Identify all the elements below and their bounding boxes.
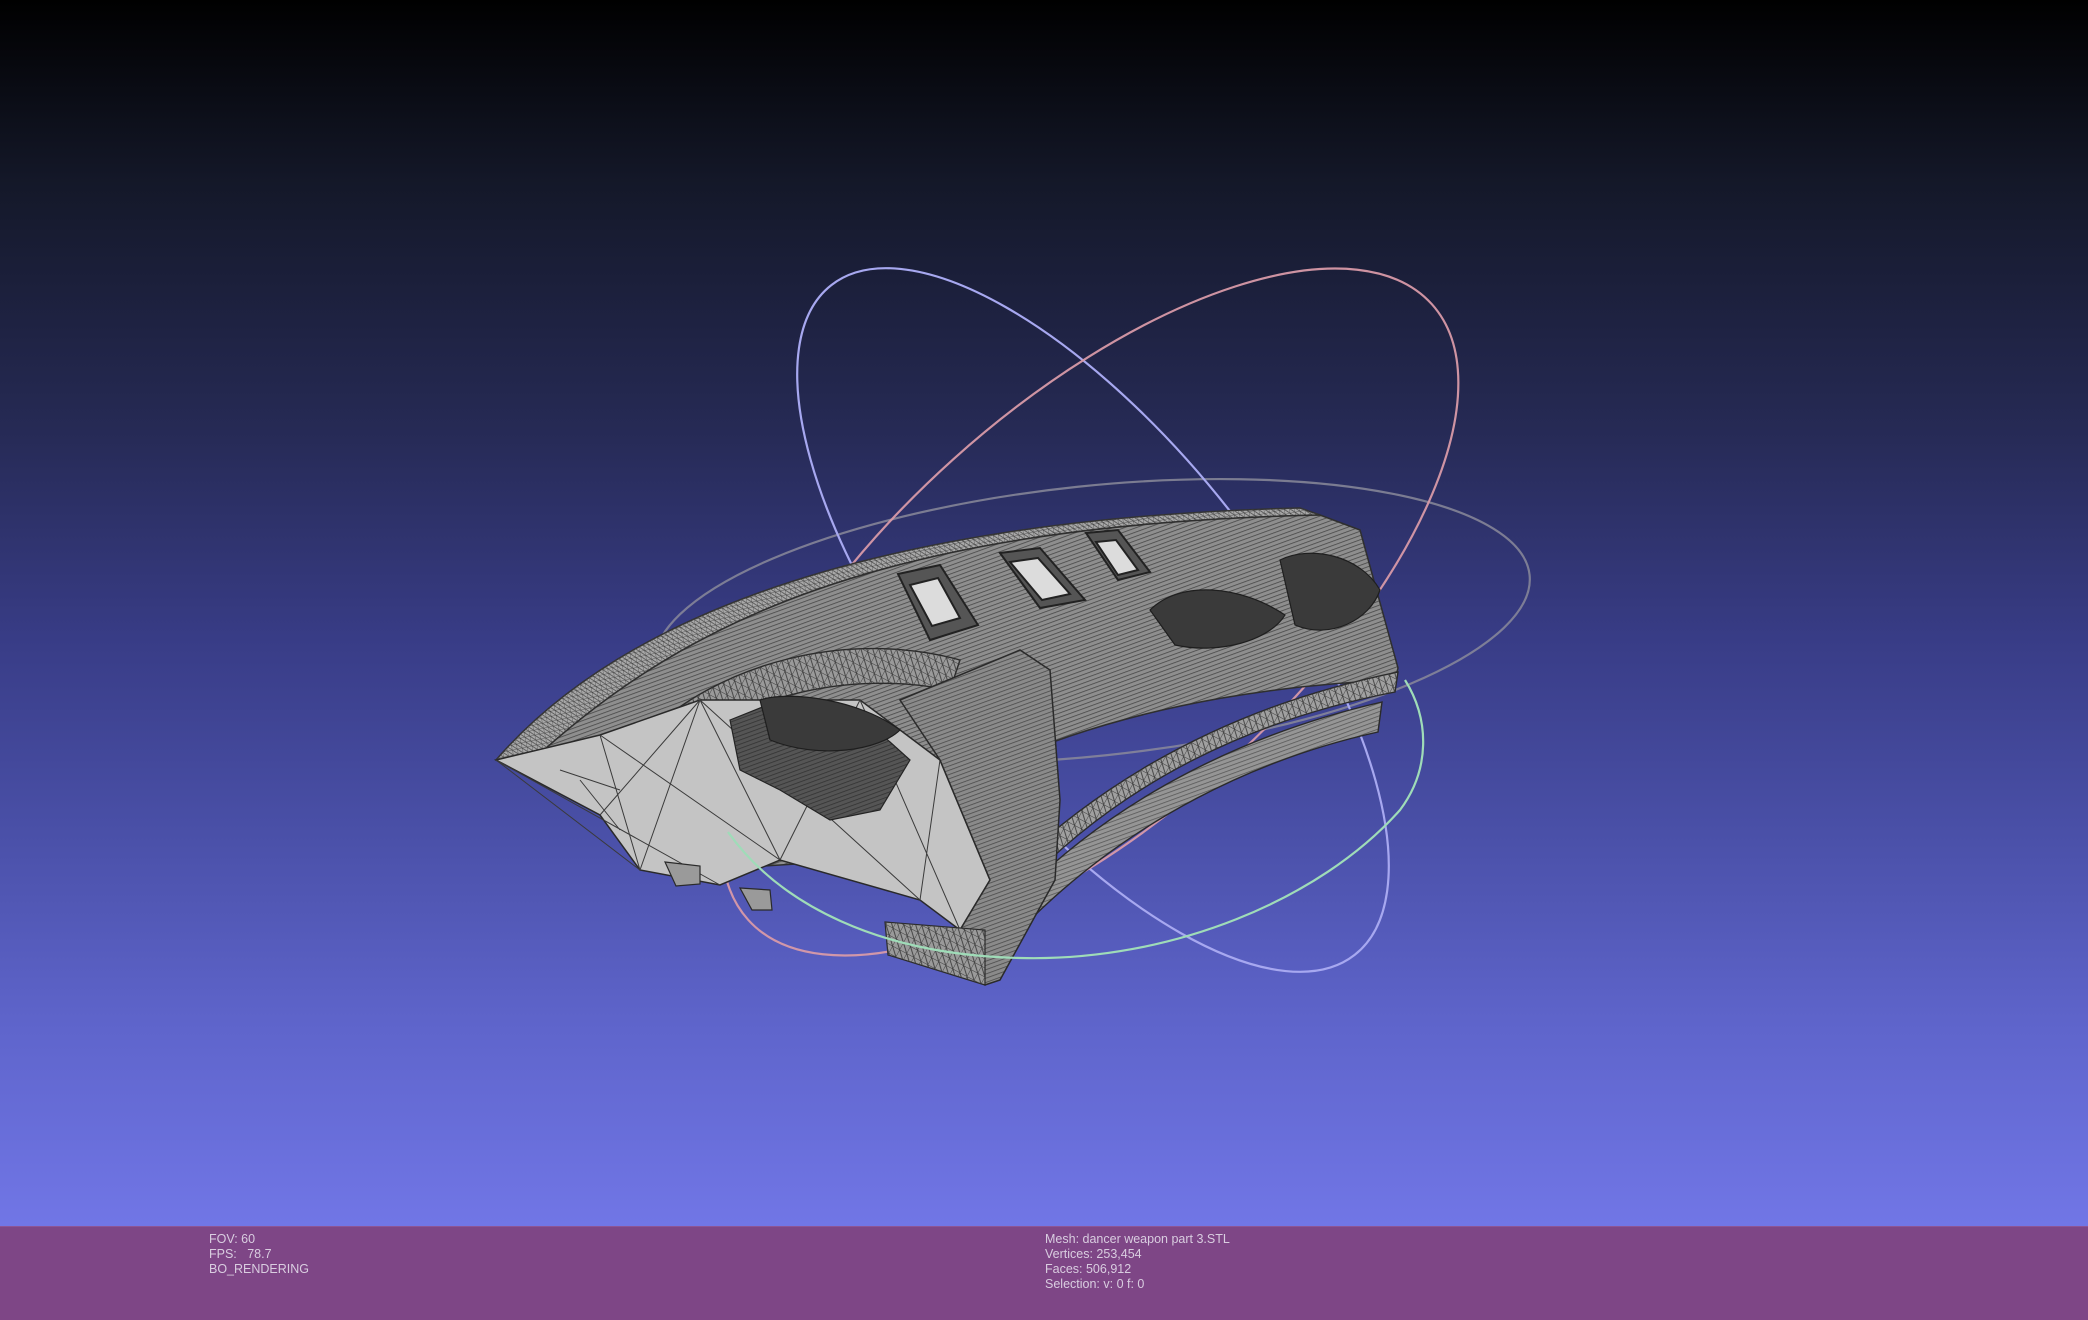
selection-label: Selection: v: 0 f: 0: [1045, 1277, 1145, 1291]
render-info-panel: FOV: 60 FPS: 78.7 BO_RENDERING: [209, 1232, 309, 1277]
3d-viewport[interactable]: [0, 0, 2088, 1226]
mesh-model[interactable]: [493, 507, 1399, 986]
mesh-foot-1: [664, 861, 701, 887]
fps-label: FPS: 78.7: [209, 1247, 272, 1261]
fov-label: FOV: 60: [209, 1232, 256, 1246]
info-bar: FOV: 60 FPS: 78.7 BO_RENDERING Mesh: dan…: [0, 1226, 2088, 1320]
mesh-name-label: Mesh: dancer weapon part 3.STL: [1045, 1232, 1230, 1246]
render-mode-label: BO_RENDERING: [209, 1262, 310, 1276]
mesh-foot-2: [738, 887, 773, 911]
faces-label: Faces: 506,912: [1045, 1262, 1132, 1276]
scene-canvas[interactable]: [0, 0, 2088, 1226]
vertices-label: Vertices: 253,454: [1045, 1247, 1142, 1261]
mesh-info-panel: Mesh: dancer weapon part 3.STL Vertices:…: [1045, 1232, 1230, 1292]
